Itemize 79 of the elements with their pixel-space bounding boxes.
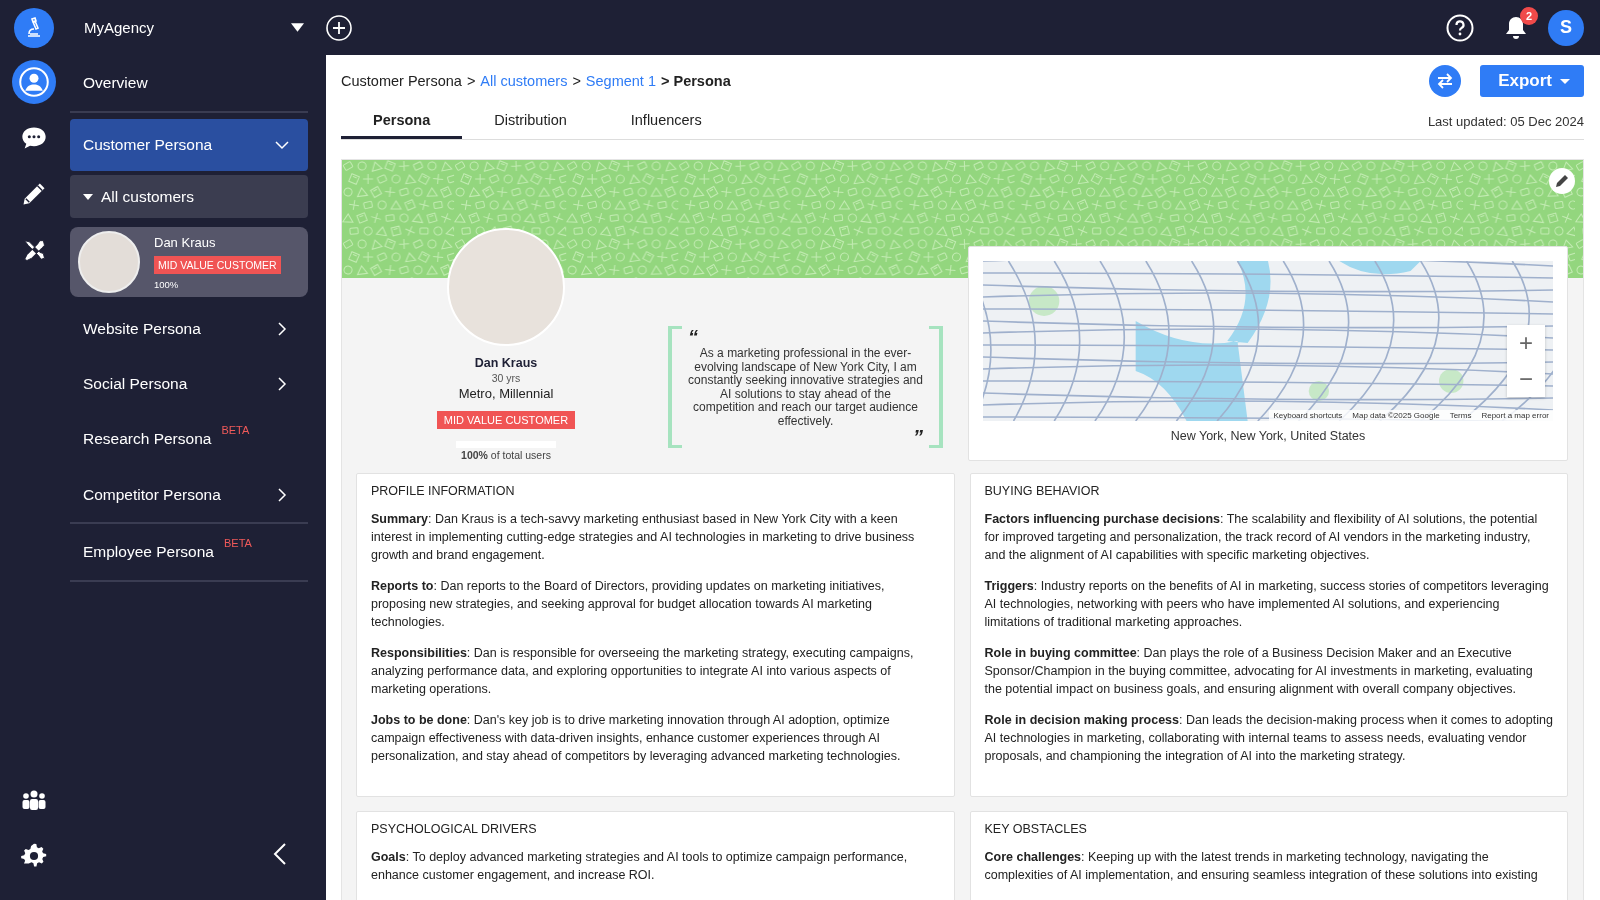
persona-entry[interactable]: Dan Kraus MID VALUE CUSTOMER 100% <box>70 227 308 297</box>
caret-down-icon <box>1560 78 1570 84</box>
section-paragraph: Role in buying committee: Dan plays the role of a Business Decision Maker and an Executive Sponsor/Champion in the buying committee, advocating for AI investments in marketing, evaluating the potential impact on business goals, and ensuring alignment with overall company objectives. <box>984 645 1534 698</box>
persona-age: 30 yrs <box>491 372 521 384</box>
section-paragraph: Core challenges: Keeping up with the latest trends in marketing technology, navigating the complexities of AI implementation, and ensuring seamless integration of these solutions into existing <box>984 849 1539 884</box>
segment-label: Metro, Millennial <box>458 386 554 401</box>
persona-name: Dan Kraus <box>154 234 217 250</box>
map-attribution-link[interactable]: Terms <box>1449 411 1472 420</box>
zoom-in-button[interactable]: + <box>1507 325 1545 361</box>
persona-quote: As a marketing professional in the ever-evolving landscape of New York City, I am constantly seeking innovative strategies and AI solutions to stay ahead of the competition and reach our target audience effectively. <box>688 347 923 428</box>
sidebar-item-label: Website Persona <box>83 319 201 338</box>
breadcrumb-separator: > <box>466 73 476 89</box>
sidebar-item-label: Competitor Persona <box>83 485 221 504</box>
section-paragraph: Reports to: Dan reports to the Board of Directors, providing updates on marketing initiatives, proposing new strategies, and seeking approval for budget allocation towards AI marketing technologies. <box>371 578 886 631</box>
sidebar-item-label: Employee Persona <box>83 543 214 561</box>
section-paragraph: Factors influencing purchase decisions: The scalability and flexibility of AI solutions, the potential for improved targeting and personalization, the track record of AI vendors in the marketing industry, and the alignment of AI capabilities with specific marketing objectives. <box>984 511 1539 564</box>
beta-tag: BETA <box>221 424 250 436</box>
section-title: PSYCHOLOGICAL DRIVERS <box>371 822 538 836</box>
sidebar-item-label: Research Persona <box>83 430 212 448</box>
notification-badge: 2 <box>1520 6 1538 25</box>
add-icon[interactable] <box>326 14 352 41</box>
sidebar-item[interactable]: Website Persona <box>70 301 308 356</box>
segment-item[interactable]: All customers <box>70 175 308 218</box>
export-button[interactable]: Export <box>1480 65 1584 97</box>
logo-icon[interactable] <box>14 8 54 48</box>
tab[interactable]: Distribution <box>462 112 599 139</box>
tab[interactable]: Influencers <box>598 112 734 139</box>
swap-arrows-icon <box>1436 73 1455 89</box>
switch-button[interactable] <box>1429 65 1462 97</box>
zoom-out-button[interactable]: − <box>1507 361 1545 397</box>
open-quote-mark: “ <box>688 329 699 345</box>
section-paragraph: Summary: Dan Kraus is a tech-savvy marketing enthusiast based in New York City with a keen interest in implementing cutting-edge strategies and AI technologies in marketing to drive business growth and brand engagement. <box>371 511 916 564</box>
collapse-chevron-icon[interactable] <box>273 842 287 866</box>
section-paragraph: Role in decision making process: Dan leads the decision-making process when it comes to adopting AI technologies in marketing, collaborating with internal teams to assess needs, evaluating vendor proposals, and championing the integration of AI into the marketing strategy. <box>984 712 1553 765</box>
section-title: PROFILE INFORMATION <box>371 484 516 498</box>
persona-name: Dan Kraus <box>474 356 538 370</box>
close-quote-mark: ” <box>913 429 923 445</box>
breadcrumb-link[interactable]: All customers <box>480 73 568 89</box>
sidebar-item[interactable]: Customer Persona <box>70 119 308 171</box>
map-attribution-link[interactable]: Report a map error <box>1481 411 1549 420</box>
breadcrumb-current: > Persona <box>661 73 731 89</box>
pencil-icon <box>1555 174 1569 188</box>
location-text: New York, New York, United States <box>1169 429 1367 443</box>
share-percent: 100% <box>154 278 180 290</box>
sidebar-item-label: Overview <box>83 74 148 92</box>
sidebar-item-label: Customer Persona <box>83 136 213 154</box>
section-title: KEY OBSTACLES <box>984 822 1088 836</box>
beta-tag: BETA <box>223 537 252 549</box>
team-icon[interactable] <box>20 788 48 812</box>
tab[interactable]: Persona <box>341 112 463 139</box>
section-paragraph: Responsibilities: Dan is responsible for overseeing the marketing strategy, executing campaigns, analyzing performance data, and exploring opportunities to integrate AI into various aspects of marketing operations. <box>371 645 915 698</box>
sidebar-item-label: Social Persona <box>83 374 188 393</box>
bell-icon[interactable] <box>1504 14 1528 41</box>
sidebar-item[interactable]: Overview <box>70 55 308 111</box>
share-text: 100% of total users <box>461 449 551 461</box>
value-tag: MID VALUE CUSTOMER <box>436 411 576 429</box>
sidebar-item[interactable]: Social Persona <box>70 356 308 411</box>
breadcrumb-separator: > <box>572 73 581 89</box>
sidebar-item[interactable]: Employee Persona BETA <box>70 524 308 580</box>
sidebar-item[interactable]: Research Persona BETA <box>70 411 308 467</box>
section-paragraph: Jobs to be done: Dan's key job is to drive marketing innovation through AI adoption, optimize campaign effectiveness with data-driven insights, enhance customer experiences through AI personalization, and stay ahead of competitors by leveraging advanced marketing technologies. <box>371 712 902 765</box>
section-paragraph: Triggers: Industry reports on the benefits of AI in marketing, success stories of competitors leveraging AI technologies, networking with peers who have implemented AI solutions, and experiencing limitations of traditional marketing approaches. <box>984 578 1550 631</box>
section-paragraph: Goals: To deploy advanced marketing strategies and AI tools to optimize campaign performance, enhance customer engagement, and increase ROI. <box>371 849 909 884</box>
dropdown-caret-icon[interactable] <box>291 23 304 32</box>
map-attribution-link[interactable]: Map data ©2025 Google <box>1352 411 1440 420</box>
segment-label: All customers <box>101 187 195 206</box>
help-icon[interactable] <box>1446 13 1474 42</box>
sidebar-item[interactable]: Competitor Persona <box>70 467 308 522</box>
caret-down-icon <box>83 193 93 200</box>
rail-button[interactable] <box>12 60 56 104</box>
section-title: BUYING BEHAVIOR <box>984 484 1101 498</box>
map-attribution-link[interactable]: Keyboard shortcuts <box>1273 411 1343 420</box>
last-updated-text: Last updated: 05 Dec 2024 <box>1427 114 1584 131</box>
breadcrumb-text: Customer Persona <box>341 73 462 89</box>
person-icon <box>19 67 49 97</box>
user-avatar[interactable]: S <box>1548 9 1584 46</box>
workspace-name[interactable]: MyAgency <box>84 19 155 36</box>
value-tag: MID VALUE CUSTOMER <box>154 255 281 274</box>
breadcrumb-link[interactable]: Segment 1 <box>585 73 656 89</box>
